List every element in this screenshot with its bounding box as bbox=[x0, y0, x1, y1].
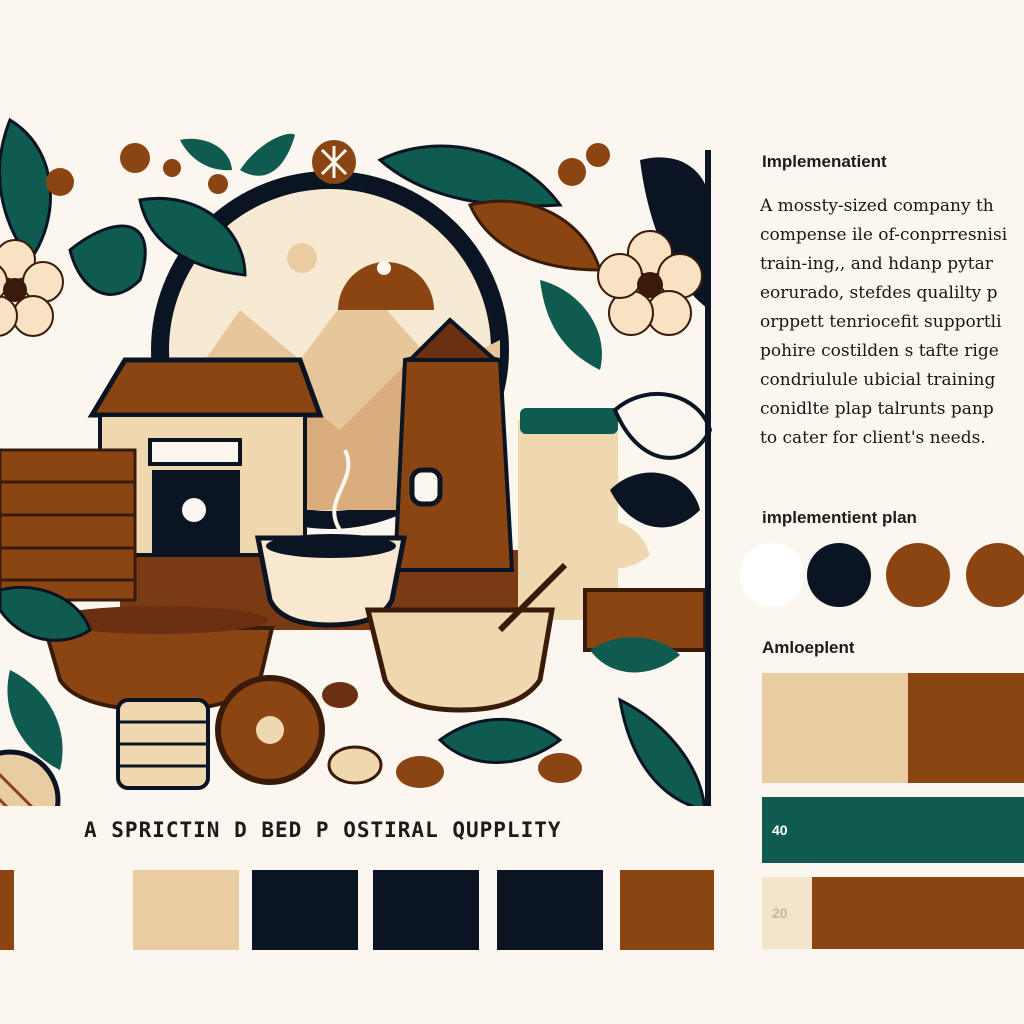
berry bbox=[120, 143, 150, 173]
bean bbox=[538, 753, 582, 783]
berry bbox=[558, 158, 586, 186]
bar-2 bbox=[762, 797, 1024, 863]
leaf bbox=[618, 697, 707, 812]
implementation-body: A mossty-sized company th compense ile o… bbox=[760, 196, 1024, 457]
bar-3-label: 20 bbox=[772, 905, 788, 921]
swatch-beige bbox=[133, 870, 239, 950]
berry bbox=[208, 174, 228, 194]
white-leaf bbox=[612, 392, 713, 460]
bean bbox=[322, 682, 358, 708]
bar-1-left bbox=[762, 673, 908, 783]
implementation-heading: Implemenatient bbox=[762, 152, 887, 171]
bar-2-label: 40 bbox=[772, 822, 788, 838]
swatch-navy-1 bbox=[252, 870, 358, 950]
leaf bbox=[68, 224, 147, 296]
white-circle bbox=[740, 543, 804, 607]
leaf bbox=[437, 717, 563, 764]
leaf bbox=[610, 472, 700, 528]
body-line: conidlte plap talrunts panp bbox=[760, 399, 994, 419]
body-line: train-ing,, and hdanp pytar bbox=[760, 254, 993, 274]
coffee-surface bbox=[266, 534, 396, 558]
swatch-navy-2 bbox=[373, 870, 479, 950]
body-line: to cater for client's needs. bbox=[760, 428, 986, 448]
coffee-illustration bbox=[0, 117, 713, 860]
illustration-caption: A SPRICTIN D BED P OSTIRAL QUPPLITY bbox=[84, 818, 562, 842]
grinder-window bbox=[409, 467, 443, 507]
leaf bbox=[240, 133, 295, 176]
flower-icon bbox=[0, 239, 64, 337]
moon-dot bbox=[287, 243, 317, 273]
navy-circle bbox=[807, 543, 871, 607]
woven-bowl bbox=[364, 607, 555, 713]
grinder-tower bbox=[392, 347, 515, 572]
leaf bbox=[0, 117, 52, 263]
body-line: compense ile of-conprresnisi bbox=[760, 225, 1008, 245]
canister-lid bbox=[520, 408, 618, 434]
leaf bbox=[540, 280, 602, 370]
leaf bbox=[180, 138, 232, 171]
berry bbox=[586, 143, 610, 167]
body-line: eorurado, stefdes qualilty p bbox=[760, 283, 998, 303]
leaf bbox=[467, 199, 603, 272]
berry bbox=[46, 168, 74, 196]
sun-dot bbox=[377, 261, 391, 275]
swatch-brown-2 bbox=[620, 870, 714, 950]
wheel-hub bbox=[256, 716, 284, 744]
house-roof bbox=[87, 357, 324, 418]
brown-circle bbox=[886, 543, 950, 607]
bar-1-right bbox=[908, 673, 1024, 783]
house-window bbox=[148, 438, 242, 466]
woodpile bbox=[0, 448, 137, 602]
bean bbox=[327, 745, 383, 785]
body-line: A mossty-sized company th bbox=[760, 196, 994, 216]
swatch-navy-3 bbox=[497, 870, 603, 950]
swatch-brown bbox=[0, 870, 14, 950]
bar-3-right bbox=[812, 877, 1024, 949]
berry bbox=[163, 159, 181, 177]
body-line: pohire costilden s tafte rige bbox=[760, 341, 999, 361]
brown-circle-2 bbox=[966, 543, 1024, 607]
amloplent-heading: Amloeplent bbox=[762, 638, 855, 657]
body-line: orppett tenriocefit supportli bbox=[760, 312, 1002, 332]
bean bbox=[396, 756, 444, 788]
door-knob bbox=[182, 498, 206, 522]
plan-heading: implementient plan bbox=[762, 508, 917, 527]
body-line: condriulule ubicial training bbox=[760, 370, 996, 390]
